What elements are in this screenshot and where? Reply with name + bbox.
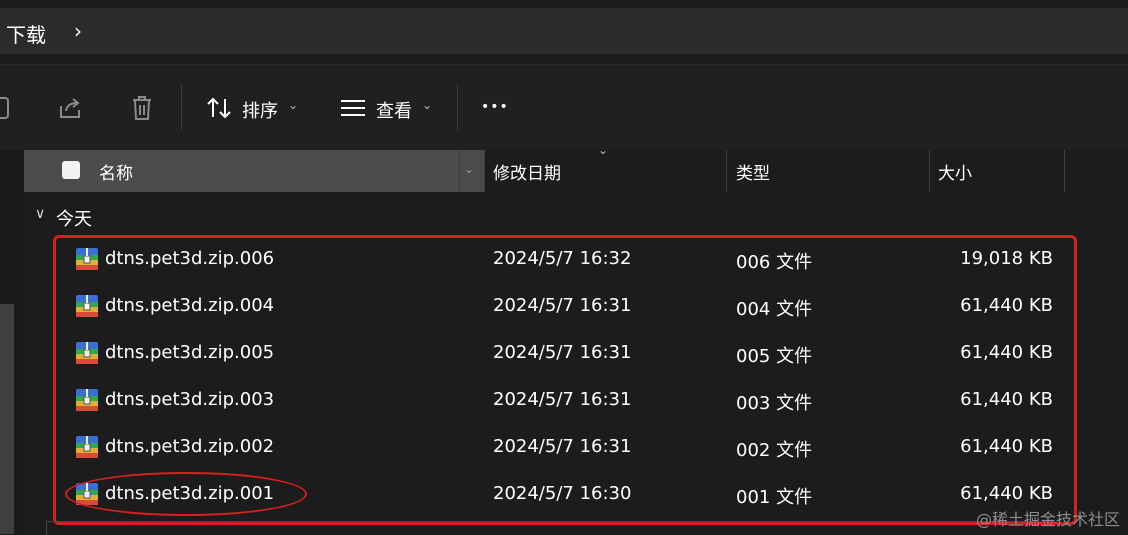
watermark: @稀土掘金技术社区 (975, 510, 1120, 529)
column-separator[interactable] (1064, 150, 1065, 192)
breadcrumb-downloads[interactable]: 下载 (6, 19, 46, 48)
more-options-button[interactable]: ••• (481, 99, 509, 115)
group-collapse-chevron-icon[interactable]: ∨ (35, 206, 45, 222)
sort-chevron-icon[interactable]: ⌄ (288, 98, 298, 112)
column-separator[interactable] (484, 150, 485, 192)
column-separator[interactable] (929, 150, 930, 192)
highlight-ellipse (65, 472, 307, 516)
sort-indicator-icon: ⌄ (598, 143, 609, 157)
share-icon[interactable] (58, 96, 84, 120)
sort-button[interactable]: 排序 (242, 97, 278, 123)
breadcrumb-chevron-icon[interactable]: › (74, 19, 82, 43)
column-header-name-bg[interactable] (24, 150, 484, 192)
sort-arrows-icon[interactable] (205, 96, 233, 120)
rename-icon[interactable] (0, 96, 10, 120)
partial-table-row[interactable] (46, 521, 1057, 535)
view-button[interactable]: 查看 (376, 97, 412, 123)
command-bar (0, 64, 1128, 151)
address-bar[interactable] (0, 8, 1128, 54)
scrollbar-thumb[interactable] (0, 304, 14, 534)
column-header-size[interactable]: 大小 (938, 159, 972, 184)
column-header-type[interactable]: 类型 (736, 159, 770, 184)
column-header-date[interactable]: 修改日期 (493, 159, 561, 184)
column-separator[interactable] (726, 150, 727, 192)
view-chevron-icon[interactable]: ⌄ (422, 98, 432, 112)
toolbar-divider (181, 84, 182, 130)
trash-icon[interactable] (130, 95, 154, 121)
group-label-today[interactable]: 今天 (56, 205, 92, 231)
column-separator[interactable] (459, 150, 460, 192)
select-all-checkbox[interactable] (62, 161, 80, 179)
toolbar-divider (457, 84, 458, 130)
column-header-name[interactable]: 名称 (99, 159, 133, 184)
view-lines-icon[interactable] (340, 99, 366, 117)
name-dropdown-chevron-icon[interactable]: ⌄ (464, 162, 474, 176)
